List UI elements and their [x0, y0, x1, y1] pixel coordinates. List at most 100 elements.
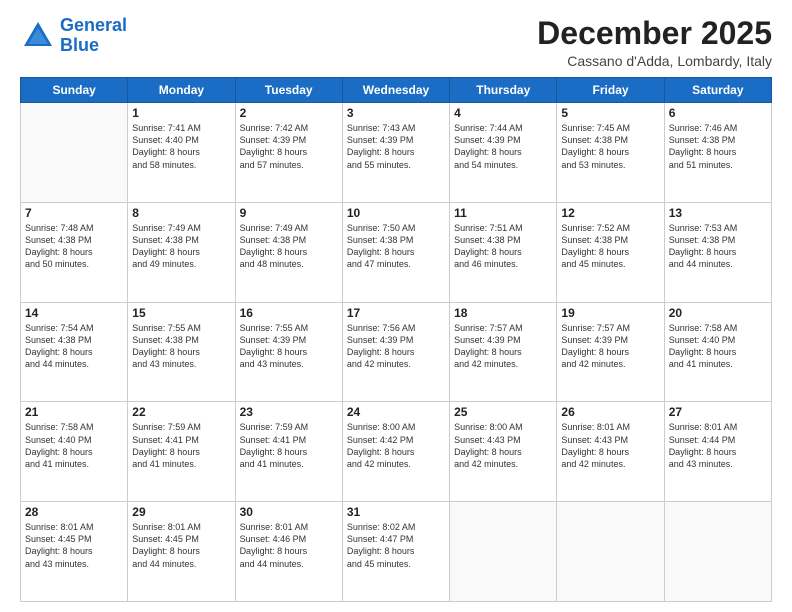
- day-info: Sunrise: 7:45 AM Sunset: 4:38 PM Dayligh…: [561, 122, 659, 171]
- day-info: Sunrise: 8:00 AM Sunset: 4:42 PM Dayligh…: [347, 421, 445, 470]
- day-cell: 11 Sunrise: 7:51 AM Sunset: 4:38 PM Dayli…: [450, 202, 557, 302]
- day-number: 25: [454, 405, 552, 419]
- day-info: Sunrise: 7:49 AM Sunset: 4:38 PM Dayligh…: [132, 222, 230, 271]
- day-number: 24: [347, 405, 445, 419]
- day-cell: 1 Sunrise: 7:41 AM Sunset: 4:40 PM Daylig…: [128, 103, 235, 203]
- day-cell: 17 Sunrise: 7:56 AM Sunset: 4:39 PM Dayli…: [342, 302, 449, 402]
- day-number: 21: [25, 405, 123, 419]
- day-number: 30: [240, 505, 338, 519]
- day-number: 7: [25, 206, 123, 220]
- day-cell: [557, 502, 664, 602]
- day-cell: 16 Sunrise: 7:55 AM Sunset: 4:39 PM Dayli…: [235, 302, 342, 402]
- day-cell: 24 Sunrise: 8:00 AM Sunset: 4:42 PM Dayli…: [342, 402, 449, 502]
- day-info: Sunrise: 7:48 AM Sunset: 4:38 PM Dayligh…: [25, 222, 123, 271]
- day-cell: 28 Sunrise: 8:01 AM Sunset: 4:45 PM Dayli…: [21, 502, 128, 602]
- logo: General Blue: [20, 16, 127, 56]
- day-info: Sunrise: 7:42 AM Sunset: 4:39 PM Dayligh…: [240, 122, 338, 171]
- day-info: Sunrise: 7:44 AM Sunset: 4:39 PM Dayligh…: [454, 122, 552, 171]
- day-number: 15: [132, 306, 230, 320]
- day-cell: 27 Sunrise: 8:01 AM Sunset: 4:44 PM Dayli…: [664, 402, 771, 502]
- day-info: Sunrise: 8:02 AM Sunset: 4:47 PM Dayligh…: [347, 521, 445, 570]
- day-info: Sunrise: 8:01 AM Sunset: 4:43 PM Dayligh…: [561, 421, 659, 470]
- day-cell: 25Sunrise: 8:00 AM Sunset: 4:43 PM Dayli…: [450, 402, 557, 502]
- day-number: 17: [347, 306, 445, 320]
- weekday-sunday: Sunday: [21, 78, 128, 103]
- calendar-body: 1 Sunrise: 7:41 AM Sunset: 4:40 PM Daylig…: [21, 103, 772, 602]
- day-info: Sunrise: 7:51 AM Sunset: 4:38 PM Dayligh…: [454, 222, 552, 271]
- day-cell: [450, 502, 557, 602]
- day-info: Sunrise: 7:50 AM Sunset: 4:38 PM Dayligh…: [347, 222, 445, 271]
- weekday-thursday: Thursday: [450, 78, 557, 103]
- day-info: Sunrise: 8:01 AM Sunset: 4:45 PM Dayligh…: [132, 521, 230, 570]
- day-number: 13: [669, 206, 767, 220]
- title-block: December 2025 Cassano d'Adda, Lombardy, …: [537, 16, 772, 69]
- day-cell: 31Sunrise: 8:02 AM Sunset: 4:47 PM Dayli…: [342, 502, 449, 602]
- week-row-5: 28 Sunrise: 8:01 AM Sunset: 4:45 PM Dayli…: [21, 502, 772, 602]
- day-info: Sunrise: 7:59 AM Sunset: 4:41 PM Dayligh…: [240, 421, 338, 470]
- day-cell: 7 Sunrise: 7:48 AM Sunset: 4:38 PM Daylig…: [21, 202, 128, 302]
- logo-icon: [20, 18, 56, 54]
- weekday-friday: Friday: [557, 78, 664, 103]
- day-cell: [21, 103, 128, 203]
- day-number: 11: [454, 206, 552, 220]
- day-cell: 13Sunrise: 7:53 AM Sunset: 4:38 PM Dayli…: [664, 202, 771, 302]
- day-number: 12: [561, 206, 659, 220]
- day-cell: 10 Sunrise: 7:50 AM Sunset: 4:38 PM Dayli…: [342, 202, 449, 302]
- weekday-saturday: Saturday: [664, 78, 771, 103]
- week-row-4: 21 Sunrise: 7:58 AM Sunset: 4:40 PM Dayli…: [21, 402, 772, 502]
- day-number: 29: [132, 505, 230, 519]
- day-cell: 26Sunrise: 8:01 AM Sunset: 4:43 PM Dayli…: [557, 402, 664, 502]
- day-info: Sunrise: 7:57 AM Sunset: 4:39 PM Dayligh…: [454, 322, 552, 371]
- day-info: Sunrise: 8:01 AM Sunset: 4:44 PM Dayligh…: [669, 421, 767, 470]
- day-info: Sunrise: 8:01 AM Sunset: 4:46 PM Dayligh…: [240, 521, 338, 570]
- day-number: 18: [454, 306, 552, 320]
- day-number: 27: [669, 405, 767, 419]
- day-cell: 12Sunrise: 7:52 AM Sunset: 4:38 PM Dayli…: [557, 202, 664, 302]
- day-number: 5: [561, 106, 659, 120]
- day-info: Sunrise: 7:54 AM Sunset: 4:38 PM Dayligh…: [25, 322, 123, 371]
- day-info: Sunrise: 7:57 AM Sunset: 4:39 PM Dayligh…: [561, 322, 659, 371]
- header: General Blue December 2025 Cassano d'Add…: [20, 16, 772, 69]
- day-info: Sunrise: 7:58 AM Sunset: 4:40 PM Dayligh…: [25, 421, 123, 470]
- day-number: 16: [240, 306, 338, 320]
- week-row-2: 7 Sunrise: 7:48 AM Sunset: 4:38 PM Daylig…: [21, 202, 772, 302]
- day-cell: 22 Sunrise: 7:59 AM Sunset: 4:41 PM Dayli…: [128, 402, 235, 502]
- day-cell: 4 Sunrise: 7:44 AM Sunset: 4:39 PM Daylig…: [450, 103, 557, 203]
- page: General Blue December 2025 Cassano d'Add…: [0, 0, 792, 612]
- logo-line2: Blue: [60, 35, 99, 55]
- day-number: 23: [240, 405, 338, 419]
- day-info: Sunrise: 8:01 AM Sunset: 4:45 PM Dayligh…: [25, 521, 123, 570]
- day-cell: 5 Sunrise: 7:45 AM Sunset: 4:38 PM Daylig…: [557, 103, 664, 203]
- day-info: Sunrise: 7:49 AM Sunset: 4:38 PM Dayligh…: [240, 222, 338, 271]
- day-number: 14: [25, 306, 123, 320]
- day-number: 6: [669, 106, 767, 120]
- day-cell: 15Sunrise: 7:55 AM Sunset: 4:38 PM Dayli…: [128, 302, 235, 402]
- day-number: 22: [132, 405, 230, 419]
- day-number: 8: [132, 206, 230, 220]
- day-cell: 23 Sunrise: 7:59 AM Sunset: 4:41 PM Dayli…: [235, 402, 342, 502]
- day-number: 20: [669, 306, 767, 320]
- day-info: Sunrise: 7:43 AM Sunset: 4:39 PM Dayligh…: [347, 122, 445, 171]
- location: Cassano d'Adda, Lombardy, Italy: [537, 53, 772, 69]
- weekday-header-row: SundayMondayTuesdayWednesdayThursdayFrid…: [21, 78, 772, 103]
- day-number: 10: [347, 206, 445, 220]
- week-row-1: 1 Sunrise: 7:41 AM Sunset: 4:40 PM Daylig…: [21, 103, 772, 203]
- month-title: December 2025: [537, 16, 772, 51]
- day-cell: 2 Sunrise: 7:42 AM Sunset: 4:39 PM Daylig…: [235, 103, 342, 203]
- day-number: 1: [132, 106, 230, 120]
- day-cell: 30 Sunrise: 8:01 AM Sunset: 4:46 PM Dayli…: [235, 502, 342, 602]
- weekday-tuesday: Tuesday: [235, 78, 342, 103]
- day-info: Sunrise: 7:59 AM Sunset: 4:41 PM Dayligh…: [132, 421, 230, 470]
- calendar-table: SundayMondayTuesdayWednesdayThursdayFrid…: [20, 77, 772, 602]
- day-info: Sunrise: 7:56 AM Sunset: 4:39 PM Dayligh…: [347, 322, 445, 371]
- day-cell: 6Sunrise: 7:46 AM Sunset: 4:38 PM Daylig…: [664, 103, 771, 203]
- logo-text: General Blue: [60, 16, 127, 56]
- day-number: 19: [561, 306, 659, 320]
- day-number: 4: [454, 106, 552, 120]
- day-cell: 18 Sunrise: 7:57 AM Sunset: 4:39 PM Dayli…: [450, 302, 557, 402]
- day-number: 2: [240, 106, 338, 120]
- day-info: Sunrise: 7:55 AM Sunset: 4:39 PM Dayligh…: [240, 322, 338, 371]
- day-info: Sunrise: 7:41 AM Sunset: 4:40 PM Dayligh…: [132, 122, 230, 171]
- day-number: 28: [25, 505, 123, 519]
- weekday-monday: Monday: [128, 78, 235, 103]
